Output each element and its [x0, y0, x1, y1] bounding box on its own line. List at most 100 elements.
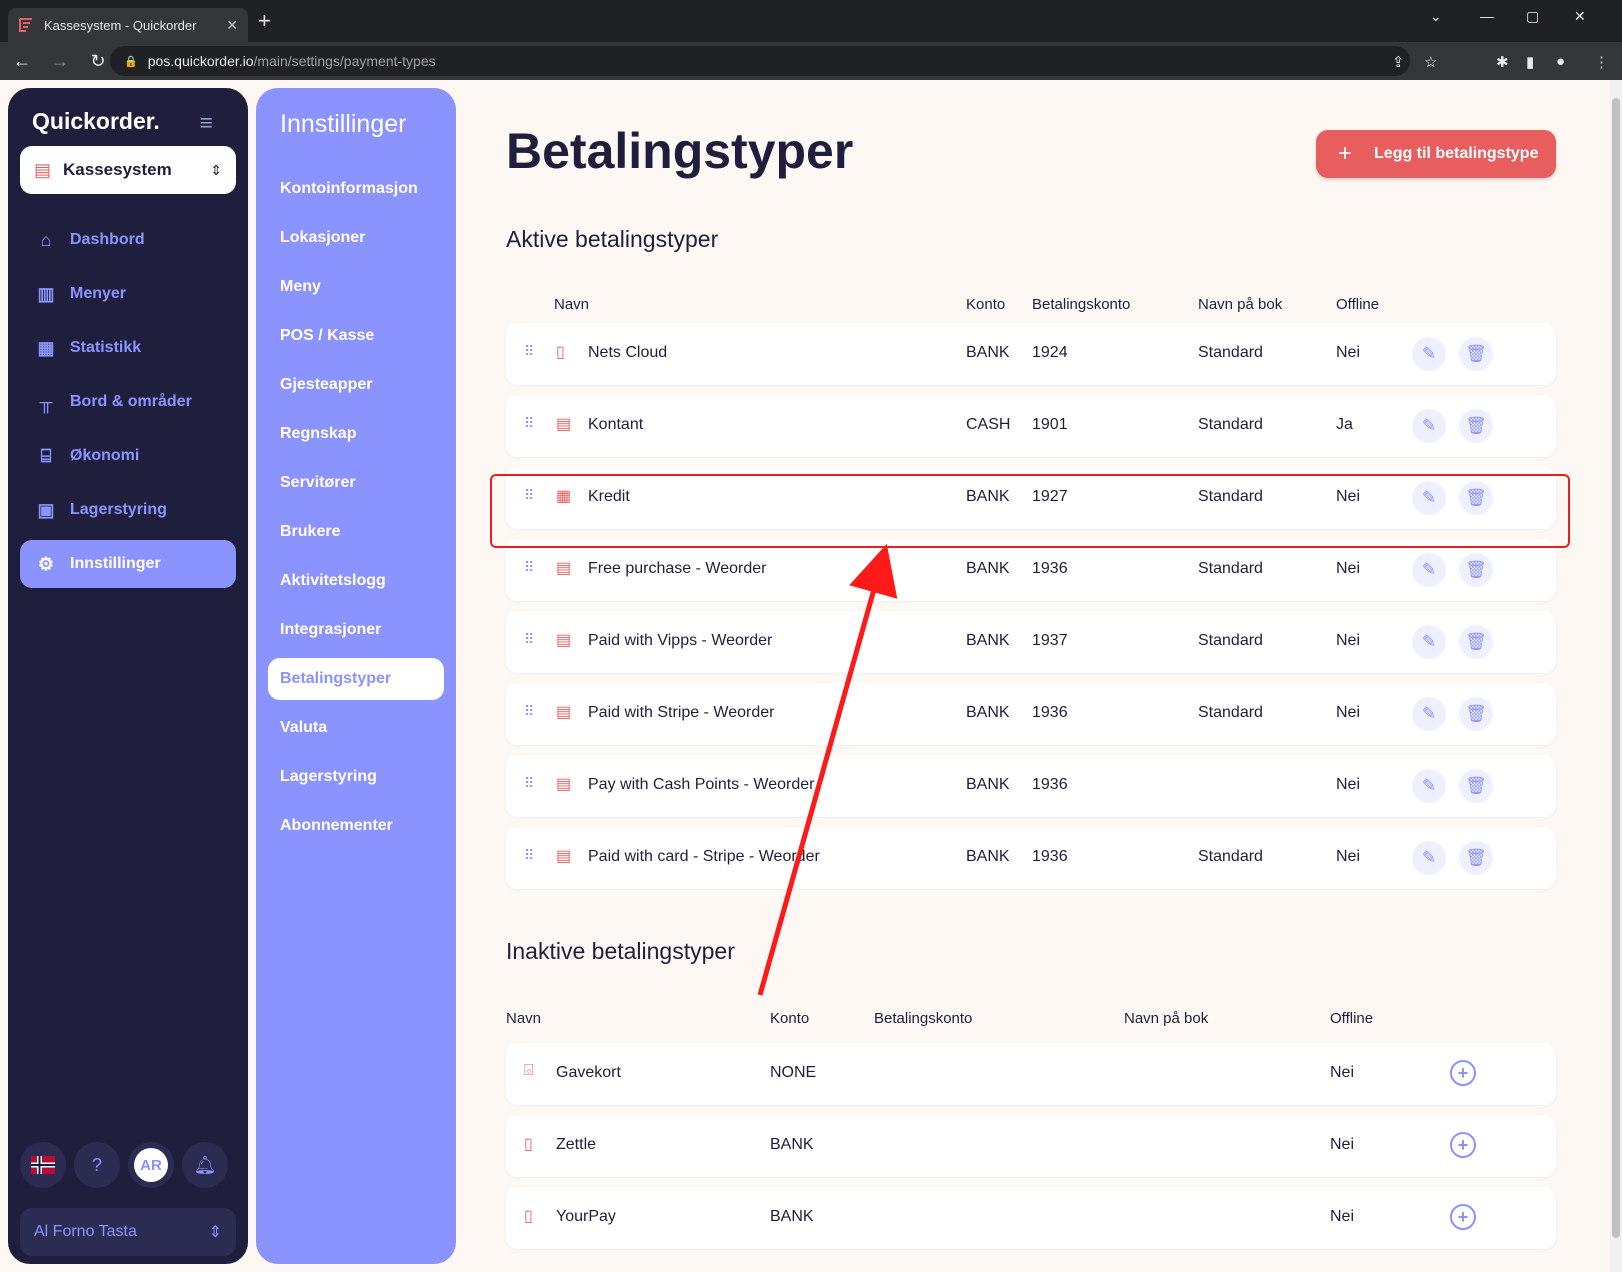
notifications-button[interactable]: 🔔︎ [182, 1142, 228, 1188]
edit-icon[interactable]: ✎ [1412, 625, 1446, 659]
sidebar-item-statistikk[interactable]: ▦ Statistikk [20, 324, 236, 372]
collapse-sidebar-icon[interactable]: ≡ [200, 110, 213, 136]
trash-icon[interactable]: 🗑︎ [1459, 769, 1493, 803]
activate-plus-icon[interactable]: + [1450, 1204, 1476, 1230]
settings-item[interactable]: Kontoinformasjon [268, 168, 444, 210]
drag-handle-icon[interactable]: ⠿ [524, 775, 534, 792]
payment-betalingskonto: 1937 [1032, 632, 1068, 649]
maximize-icon[interactable]: ▢ [1526, 8, 1539, 25]
forward-icon[interactable]: → [44, 51, 76, 72]
trash-icon[interactable]: 🗑︎ [1459, 481, 1493, 515]
drag-handle-icon[interactable]: ⠿ [524, 847, 534, 864]
activate-plus-icon[interactable]: + [1450, 1132, 1476, 1158]
sidebar-item-lagerstyring[interactable]: ▣ Lagerstyring [20, 486, 236, 534]
sidebar-item-innstillinger[interactable]: ⚙ Innstillinger [20, 540, 236, 588]
trash-icon[interactable]: 🗑︎ [1459, 841, 1493, 875]
back-icon[interactable]: ← [6, 51, 38, 72]
payment-type-row[interactable]: ⠿ ▤ Pay with Cash Points - Weorder BANK 1936… [506, 755, 1556, 817]
settings-item[interactable]: Servitører [268, 462, 444, 504]
settings-item[interactable]: Gjesteapper [268, 364, 444, 406]
settings-item-label: Lokasjoner [280, 229, 366, 246]
add-payment-type-button[interactable]: + Legg til betalingstype [1316, 130, 1556, 178]
page-scrollbar[interactable] [1610, 80, 1622, 1272]
trash-icon[interactable]: 🗑︎ [1459, 553, 1493, 587]
settings-item[interactable]: Lokasjoner [268, 217, 444, 259]
settings-item[interactable]: Abonnementer [268, 805, 444, 847]
sidebar-item-menyer[interactable]: ▥ Menyer [20, 270, 236, 318]
extensions-icon[interactable]: ✱ [1496, 53, 1509, 71]
edit-icon[interactable]: ✎ [1412, 769, 1446, 803]
sidebar-item-dashbord[interactable]: ⌂ Dashbord [20, 216, 236, 264]
drag-handle-icon[interactable]: ⠿ [524, 343, 534, 360]
drag-handle-icon[interactable]: ⠿ [524, 559, 534, 576]
edit-icon[interactable]: ✎ [1412, 409, 1446, 443]
settings-item[interactable]: Betalingstyper [268, 658, 444, 700]
trash-icon[interactable]: 🗑︎ [1459, 337, 1493, 371]
payment-konto: BANK [966, 560, 1010, 577]
payment-konto: NONE [770, 1064, 817, 1081]
browser-menu-icon[interactable]: ⋮ [1594, 53, 1609, 71]
user-avatar-button[interactable]: AR [128, 1142, 174, 1188]
settings-item[interactable]: Valuta [268, 707, 444, 749]
tab-close-icon[interactable]: ✕ [226, 17, 238, 34]
drag-handle-icon[interactable]: ⠿ [524, 703, 534, 720]
chart-icon: ▦ [37, 337, 55, 358]
inactive-payment-type-row[interactable]: ⌺ Gavekort NONE Nei + [506, 1043, 1556, 1105]
system-selector[interactable]: ▤ Kassesystem ⇕ [20, 146, 236, 194]
tab-search-icon[interactable]: ⌄ [1430, 8, 1442, 25]
trash-icon[interactable]: 🗑︎ [1459, 625, 1493, 659]
edit-icon[interactable]: ✎ [1412, 337, 1446, 371]
settings-item[interactable]: Meny [268, 266, 444, 308]
header-betalingskonto: Betalingskonto [874, 1010, 973, 1027]
inactive-payment-type-row[interactable]: ▯ YourPay BANK Nei + [506, 1187, 1556, 1249]
edit-icon[interactable]: ✎ [1412, 841, 1446, 875]
main-sidebar: Quickorder. ≡ ▤ Kassesystem ⇕ ⌂ Dashbord … [8, 88, 248, 1264]
help-button[interactable]: ? [74, 1142, 120, 1188]
payment-type-row[interactable]: ⠿ ▯ Nets Cloud BANK 1924 Standard Nei ✎ 🗑︎ [506, 323, 1556, 385]
payment-type-row[interactable]: ⠿ ▤ Kontant CASH 1901 Standard Ja ✎ 🗑︎ [506, 395, 1556, 457]
profile-icon[interactable]: ● [1556, 53, 1565, 70]
settings-item[interactable]: Lagerstyring [268, 756, 444, 798]
trash-icon[interactable]: 🗑︎ [1459, 697, 1493, 731]
settings-item[interactable]: Aktivitetslogg [268, 560, 444, 602]
side-panel-icon[interactable]: ▮ [1526, 53, 1534, 71]
edit-icon[interactable]: ✎ [1412, 553, 1446, 587]
drag-handle-icon[interactable]: ⠿ [524, 487, 534, 504]
page-title: Betalingstyper [506, 123, 854, 179]
sidebar-item-bord[interactable]: ╥ Bord & områder [20, 378, 236, 426]
share-icon[interactable]: ⇪ [1392, 53, 1405, 71]
payment-type-row[interactable]: ⠿ ▤ Free purchase - Weorder BANK 1936 Standar… [506, 539, 1556, 601]
settings-item[interactable]: Regnskap [268, 413, 444, 455]
trash-icon[interactable]: 🗑︎ [1459, 409, 1493, 443]
scrollbar-thumb[interactable] [1612, 98, 1620, 1238]
sidebar-item-okonomi[interactable]: ⌸ Økonomi [20, 432, 236, 480]
payment-type-row[interactable]: ⠿ ▦ Kredit BANK 1927 Standard Nei ✎ 🗑︎ [506, 467, 1556, 529]
inactive-payment-type-row[interactable]: ▯ Zettle BANK Nei + [506, 1115, 1556, 1177]
language-flag-button[interactable] [20, 1142, 66, 1188]
payment-offline: Nei [1330, 1208, 1355, 1225]
payment-offline: Nei [1336, 632, 1361, 649]
url-field[interactable]: 🔒 pos.quickorder.io /main/settings/payme… [110, 46, 1410, 76]
bookmark-star-icon[interactable]: ☆ [1424, 53, 1437, 71]
payment-type-row[interactable]: ⠿ ▤ Paid with Vipps - Weorder BANK 1937 Stand… [506, 611, 1556, 673]
settings-item[interactable]: POS / Kasse [268, 315, 444, 357]
browser-tab[interactable]: Kassesystem - Quickorder ✕ [8, 8, 248, 42]
window-close-icon[interactable]: ✕ [1574, 8, 1586, 25]
edit-icon[interactable]: ✎ [1412, 481, 1446, 515]
drag-handle-icon[interactable]: ⠿ [524, 415, 534, 432]
terminal-icon: ▯ [524, 1136, 533, 1153]
payment-konto: BANK [770, 1208, 814, 1225]
payment-type-row[interactable]: ⠿ ▤ Paid with Stripe - Weorder BANK 1936 Stan… [506, 683, 1556, 745]
payment-type-row[interactable]: ⠿ ▤ Paid with card - Stripe - Weorder BANK 1… [506, 827, 1556, 889]
cash-icon: ▤ [556, 416, 572, 433]
location-selector[interactable]: Al Forno Tasta ⇕ [20, 1208, 236, 1256]
minimize-icon[interactable]: — [1480, 8, 1494, 24]
drag-handle-icon[interactable]: ⠿ [524, 631, 534, 648]
activate-plus-icon[interactable]: + [1450, 1060, 1476, 1086]
edit-icon[interactable]: ✎ [1412, 697, 1446, 731]
payment-konto: BANK [966, 776, 1010, 793]
settings-item[interactable]: Integrasjoner [268, 609, 444, 651]
settings-item[interactable]: Brukere [268, 511, 444, 553]
bell-icon: 🔔︎ [193, 1154, 217, 1175]
new-tab-button[interactable]: + [258, 10, 271, 32]
